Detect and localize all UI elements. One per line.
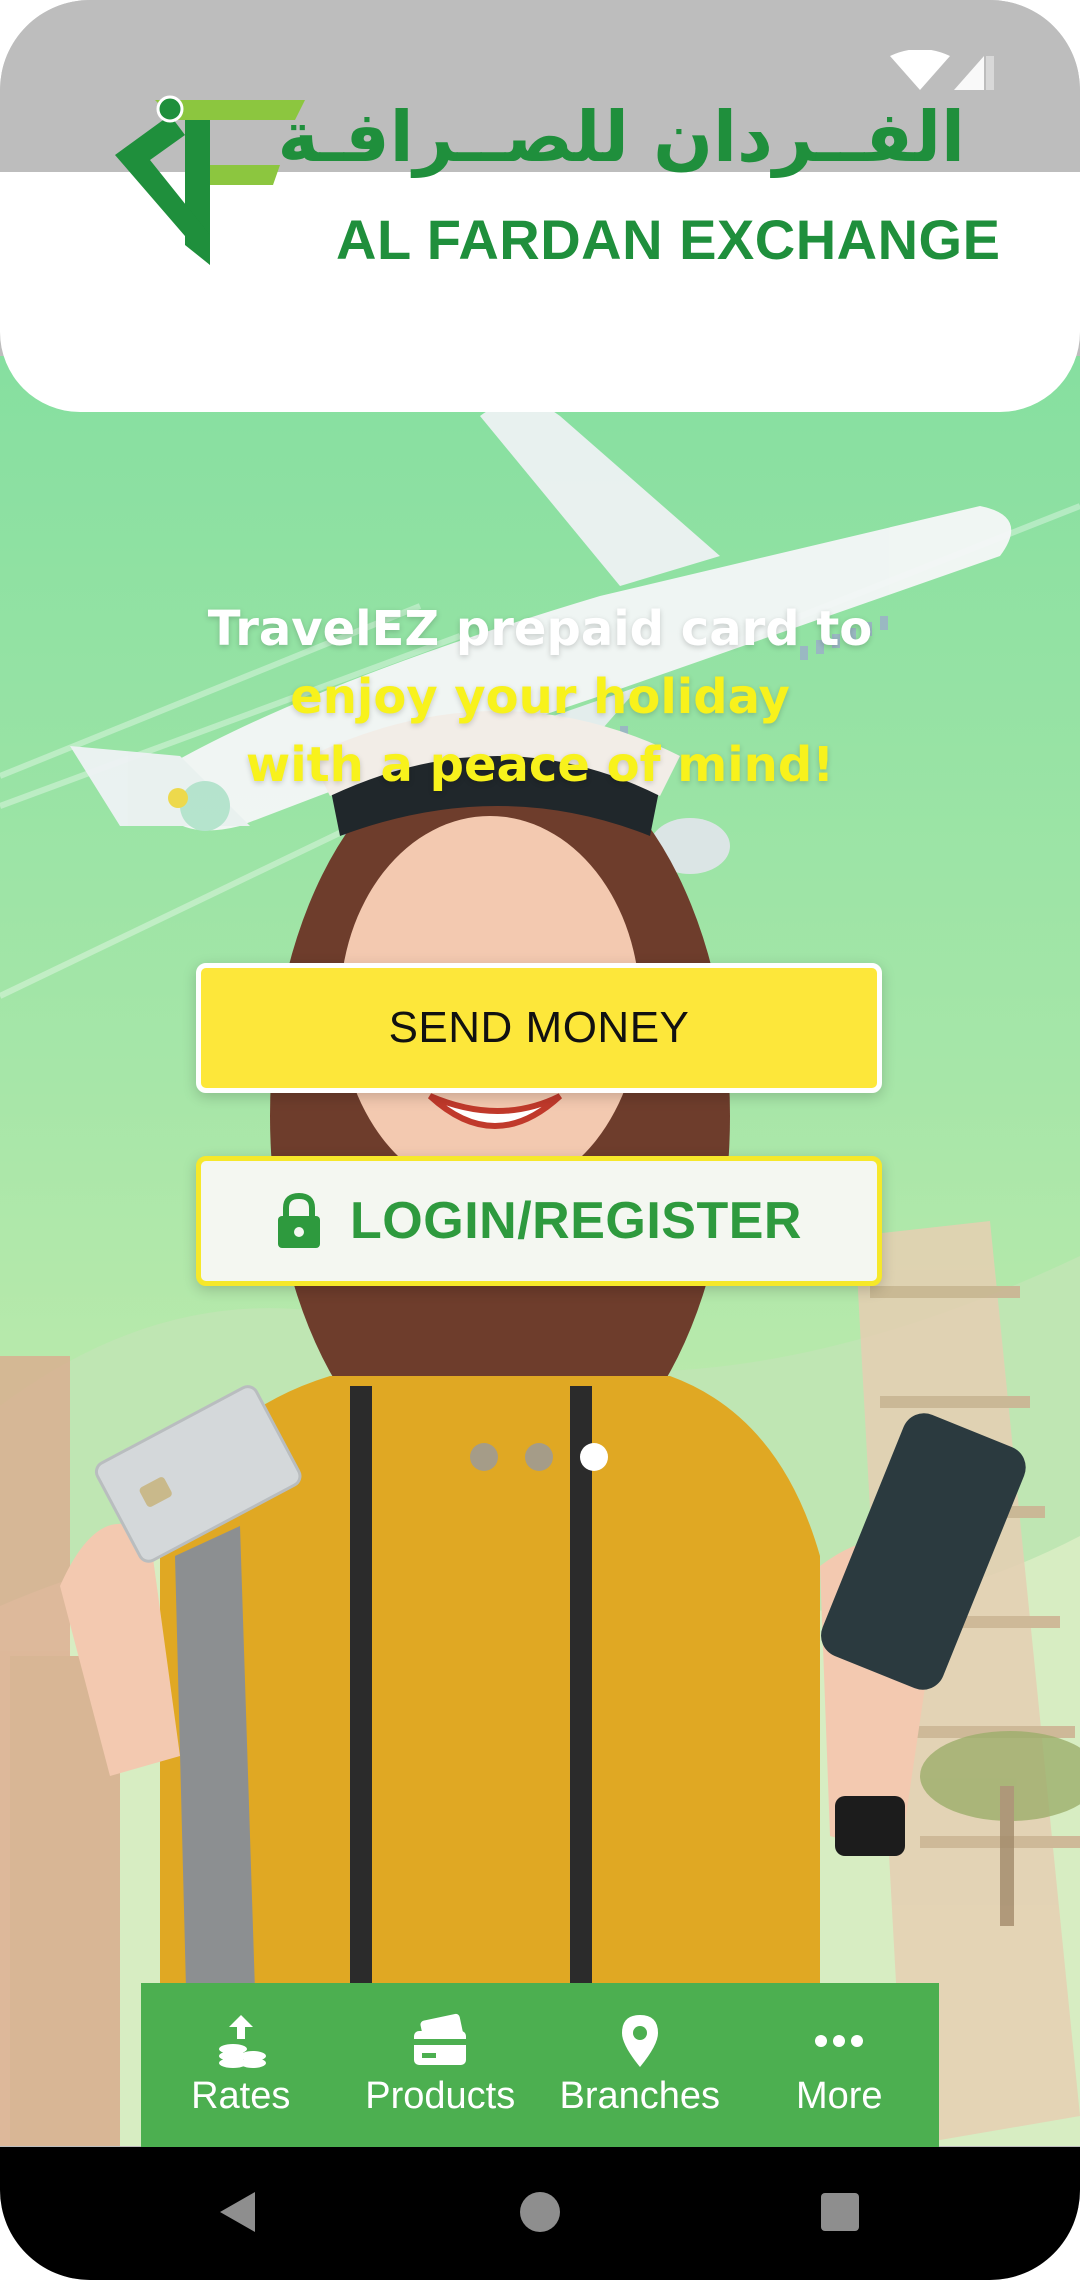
carousel-dot-3-active[interactable] <box>580 1443 608 1471</box>
lock-icon <box>278 1192 321 1248</box>
signal-icon <box>954 56 984 90</box>
nav-item-products[interactable]: Products <box>341 1983 541 2147</box>
coins-arrow-icon <box>218 2014 266 2068</box>
carousel-indicator <box>470 1443 620 1473</box>
nav-label-branches: Branches <box>559 2074 721 2117</box>
login-register-label: LOGIN/REGISTER <box>350 1192 802 1250</box>
nav-item-rates[interactable]: Rates <box>141 1983 341 2147</box>
status-bar <box>0 0 1080 172</box>
carousel-dot-1[interactable] <box>470 1443 498 1471</box>
promo-line-3: with a peace of mind! <box>245 737 835 793</box>
promo-line-2: enjoy your holiday <box>290 669 790 725</box>
card-icon <box>414 2013 467 2065</box>
nav-label-rates: Rates <box>191 2074 291 2117</box>
more-dots-icon <box>815 2034 864 2047</box>
nav-label-products: Products <box>365 2074 516 2117</box>
bottom-navigation: Rates Products Branches More <box>141 1983 939 2147</box>
login-register-button[interactable]: LOGIN/REGISTER <box>196 1156 882 1286</box>
back-icon[interactable] <box>215 2187 265 2237</box>
nav-item-branches[interactable]: Branches <box>540 1983 740 2147</box>
system-navigation-bar <box>0 2147 1080 2280</box>
nav-item-more[interactable]: More <box>740 1983 940 2147</box>
header-card <box>0 172 1080 412</box>
status-icons <box>890 50 994 90</box>
location-pin-icon <box>621 2014 658 2067</box>
send-money-button[interactable]: SEND MONEY <box>196 963 882 1093</box>
recents-icon[interactable] <box>815 2187 865 2237</box>
wifi-icon <box>890 50 950 90</box>
nav-label-more: More <box>795 2074 883 2117</box>
phone-screen: الفــردان للصــرافـة AL FARDAN EXCHANGE <box>0 0 1080 2280</box>
promo-text: TravelEZ prepaid card to enjoy your holi… <box>130 595 950 799</box>
home-icon[interactable] <box>515 2187 565 2237</box>
send-money-label: SEND MONEY <box>388 1003 690 1052</box>
carousel-dot-2[interactable] <box>525 1443 553 1471</box>
promo-line-1: TravelEZ prepaid card to <box>207 601 873 657</box>
